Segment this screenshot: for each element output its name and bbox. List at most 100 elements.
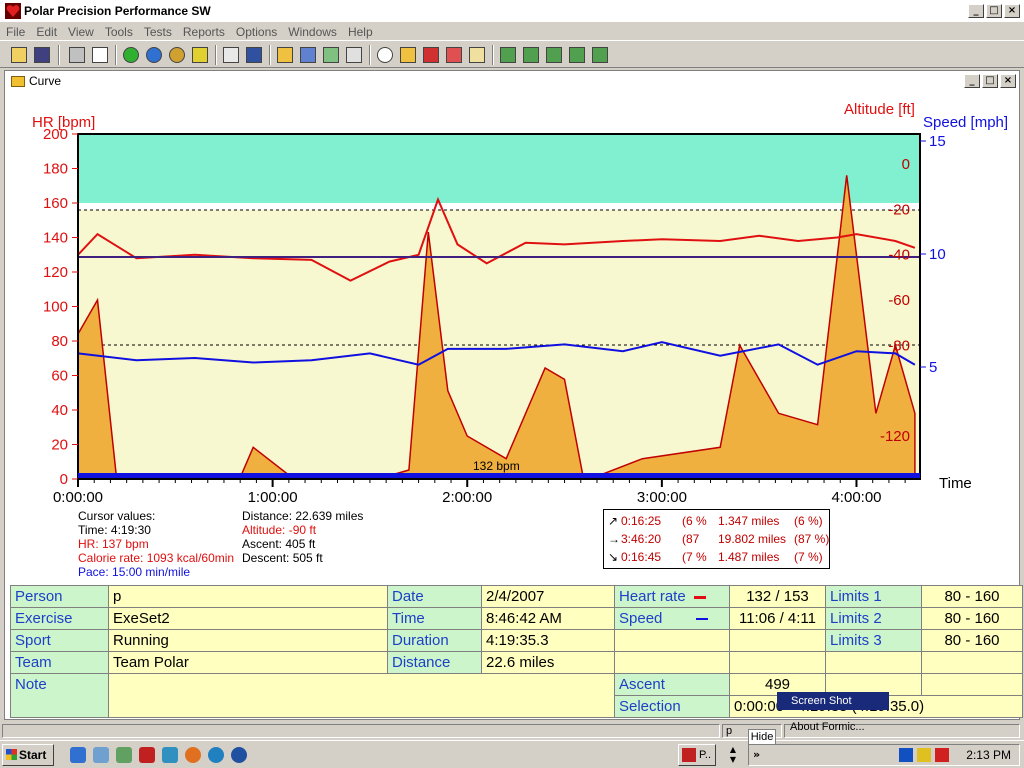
selection-label: Selection xyxy=(614,695,730,718)
ascent-label: Ascent xyxy=(614,673,730,696)
hr-tick-label: 200 xyxy=(43,126,68,143)
altitude-tick-label: -60 xyxy=(888,292,910,309)
hr-tick-label: 140 xyxy=(43,230,68,247)
sport-value[interactable]: Running xyxy=(108,629,388,652)
limits2-label: Limits 2 xyxy=(825,607,922,630)
note-label: Note xyxy=(10,673,109,718)
altitude-tick-label: -120 xyxy=(880,428,910,445)
tray-alert-icon[interactable] xyxy=(935,748,949,762)
cursor-values-header: Cursor values: xyxy=(78,509,156,523)
about-menu-item[interactable]: About Formic... xyxy=(790,720,890,734)
time-axis-label: Time xyxy=(939,475,972,492)
date-label: Date xyxy=(387,585,482,608)
limits1-label: Limits 1 xyxy=(825,585,922,608)
hr-tick-label: 100 xyxy=(43,299,68,316)
distance-label: Distance xyxy=(387,651,482,674)
hr-curve-chart[interactable]: 132 bpm HR [bpm] Altitude [ft] Speed [mp… xyxy=(0,0,1024,585)
altitude-tick-label: 0 xyxy=(902,156,910,173)
altitude-tick-label: -20 xyxy=(888,201,910,218)
scroll-arrows[interactable]: ▲ ▼ xyxy=(726,745,740,765)
cursor-altitude: Altitude: -90 ft xyxy=(242,523,317,537)
altitude-tick-label: -80 xyxy=(888,337,910,354)
cursor-pace: Pace: 15:00 min/mile xyxy=(78,565,191,579)
speed-baseline xyxy=(78,473,920,478)
duration-value: 4:19:35.3 xyxy=(481,629,615,652)
date-value[interactable]: 2/4/2007 xyxy=(481,585,615,608)
speed-label: Speed xyxy=(614,607,730,630)
hand-icon[interactable] xyxy=(116,747,132,763)
system-tray: » 2:13 PM xyxy=(748,744,1020,766)
cursor-ascent: Ascent: 405 ft xyxy=(242,537,316,551)
time-tick-label: 2:00:00 xyxy=(442,489,492,506)
sport-label: Sport xyxy=(10,629,109,652)
duration-label: Duration xyxy=(387,629,482,652)
distance-value[interactable]: 22.6 miles xyxy=(481,651,615,674)
hr-tick-label: 20 xyxy=(51,437,68,454)
limits3-label: Limits 3 xyxy=(825,629,922,652)
altitude-axis-label: Altitude [ft] xyxy=(844,101,915,118)
speed-tick-label: 15 xyxy=(929,133,946,150)
hr-tick-label: 80 xyxy=(51,333,68,350)
hr-zone-above-limit xyxy=(78,134,920,203)
tray-expand-icon[interactable]: » xyxy=(753,748,760,761)
tray-shield-icon[interactable] xyxy=(917,748,931,762)
polar-icon[interactable] xyxy=(139,747,155,763)
windows-logo-icon xyxy=(6,749,17,760)
speed-tick-label: 10 xyxy=(929,246,946,263)
cursor-time: Time: 4:19:30 xyxy=(78,523,151,537)
up-arrow-icon: ↗ xyxy=(608,514,619,528)
hr-tick-label: 60 xyxy=(51,368,68,385)
limits1-value[interactable]: 80 - 160 xyxy=(921,585,1023,608)
down-arrow-icon: ↘ xyxy=(608,550,619,564)
exercise-value[interactable]: ExeSet2 xyxy=(108,607,388,630)
heart-rate-value: 132 / 153 xyxy=(729,585,826,608)
taskbar-item-polar[interactable]: P.. xyxy=(678,744,716,766)
time-tick-label: 0:00:00 xyxy=(53,489,103,506)
right-arrow-icon: → xyxy=(608,532,620,546)
status-pane-main xyxy=(2,724,720,738)
team-value[interactable]: Team Polar xyxy=(108,651,388,674)
media-player-icon[interactable] xyxy=(231,747,247,763)
altitude-tick-label: -40 xyxy=(888,247,910,264)
average-hr-label: 132 bpm xyxy=(473,459,520,473)
firefox-icon[interactable] xyxy=(185,747,201,763)
hr-tick-label: 120 xyxy=(43,264,68,281)
start-button[interactable]: Start xyxy=(2,744,54,766)
speed-value: 11:06 / 4:11 xyxy=(729,607,826,630)
hr-legend-line xyxy=(693,595,706,599)
limits2-value[interactable]: 80 - 160 xyxy=(921,607,1023,630)
hide-button[interactable]: Hide xyxy=(748,729,776,745)
speed-legend-line xyxy=(696,618,709,621)
speed-axis-label: Speed [mph] xyxy=(923,114,1008,131)
hr-tick-label: 160 xyxy=(43,195,68,212)
time-tick-label: 1:00:00 xyxy=(248,489,298,506)
note-value[interactable] xyxy=(108,673,615,718)
time-label: Time xyxy=(387,607,482,630)
taskbar: Start P.. ▲ ▼ » 2:13 PM xyxy=(0,740,1024,768)
team-label: Team xyxy=(10,651,109,674)
cursor-distance: Distance: 22.639 miles xyxy=(242,509,364,523)
polar-task-icon xyxy=(682,748,696,762)
lap-summary-box: ↗ 0:16:25 (6 % 1.347 miles (6 %) → 3:46:… xyxy=(603,509,830,569)
screenshot-tooltip[interactable]: Screen Shot xyxy=(777,692,889,710)
heart-rate-label: Heart rate xyxy=(614,585,730,608)
messenger-icon[interactable] xyxy=(208,747,224,763)
time-value[interactable]: 8:46:42 AM xyxy=(481,607,615,630)
speed-tick-label: 5 xyxy=(929,359,937,376)
explorer-icon[interactable] xyxy=(93,747,109,763)
exercise-label: Exercise xyxy=(10,607,109,630)
time-tick-label: 4:00:00 xyxy=(831,489,881,506)
clock: 2:13 PM xyxy=(966,748,1011,762)
network-icon[interactable] xyxy=(162,747,178,763)
person-value[interactable]: p xyxy=(108,585,388,608)
cursor-calorie: Calorie rate: 1093 kcal/60min xyxy=(78,551,235,565)
time-tick-label: 3:00:00 xyxy=(637,489,687,506)
tray-app-icon[interactable] xyxy=(899,748,913,762)
cursor-hr: HR: 137 bpm xyxy=(78,537,149,551)
hr-tick-label: 0 xyxy=(60,471,68,488)
hr-tick-label: 180 xyxy=(43,161,68,178)
hr-zone-within-limits xyxy=(78,210,920,345)
ie-icon[interactable] xyxy=(70,747,86,763)
hr-tick-label: 40 xyxy=(51,402,68,419)
limits3-value[interactable]: 80 - 160 xyxy=(921,629,1023,652)
